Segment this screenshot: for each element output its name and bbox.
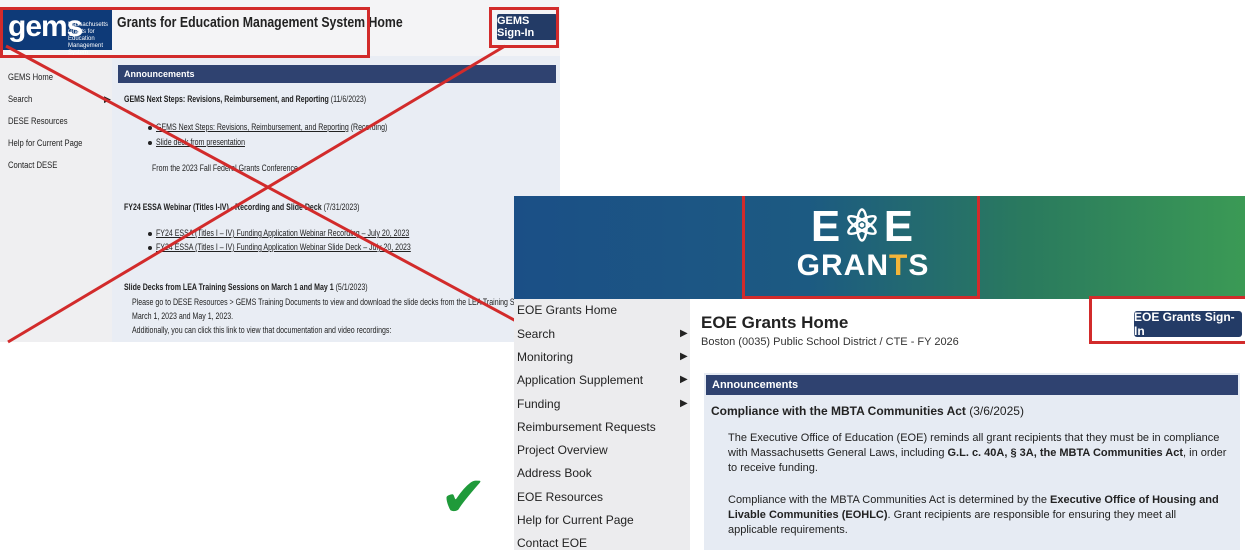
announcement-date: (3/6/2025)	[969, 404, 1024, 418]
eoe-sidebar: EOE Grants Home Search ▶ Monitoring ▶ Ap…	[514, 299, 690, 550]
sidebar-item-project-overview[interactable]: Project Overview	[517, 443, 608, 457]
red-highlight-box	[1089, 296, 1245, 344]
sidebar-item-application-supplement[interactable]: Application Supplement	[517, 373, 643, 387]
red-highlight-box	[742, 196, 980, 299]
announcements-header: Announcements	[706, 375, 1238, 395]
page-title: EOE Grants Home	[701, 313, 849, 332]
sidebar-item-monitoring[interactable]: Monitoring	[517, 350, 573, 364]
chevron-right-icon: ▶	[680, 374, 688, 385]
new-eoe-screen: E⚛E GRANTS EOE Grants Home Search ▶ Moni…	[514, 196, 1245, 550]
announcement-paragraph-1: The Executive Office of Education (EOE) …	[728, 432, 1227, 474]
announcement-paragraph-2: Compliance with the MBTA Communities Act…	[728, 494, 1219, 536]
green-checkmark-icon: ✔	[440, 465, 487, 530]
chevron-right-icon: ▶	[680, 351, 688, 362]
sidebar-item-help[interactable]: Help for Current Page	[517, 513, 634, 527]
page-subtitle: Boston (0035) Public School District / C…	[701, 336, 959, 348]
chevron-right-icon: ▶	[680, 328, 688, 339]
sidebar-item-search[interactable]: Search	[517, 327, 555, 341]
red-cross-out-icon	[5, 44, 556, 344]
sidebar-item-eoe-resources[interactable]: EOE Resources	[517, 490, 603, 504]
sidebar-item-funding[interactable]: Funding	[517, 397, 560, 411]
chevron-right-icon: ▶	[680, 398, 688, 409]
sidebar-item-contact-eoe[interactable]: Contact EOE	[517, 536, 587, 550]
announcement-title: Compliance with the MBTA Communities Act…	[711, 404, 1024, 418]
sidebar-item-address-book[interactable]: Address Book	[517, 466, 592, 480]
sidebar-item-home[interactable]: EOE Grants Home	[517, 303, 617, 317]
sidebar-item-reimbursement-requests[interactable]: Reimbursement Requests	[517, 420, 656, 434]
